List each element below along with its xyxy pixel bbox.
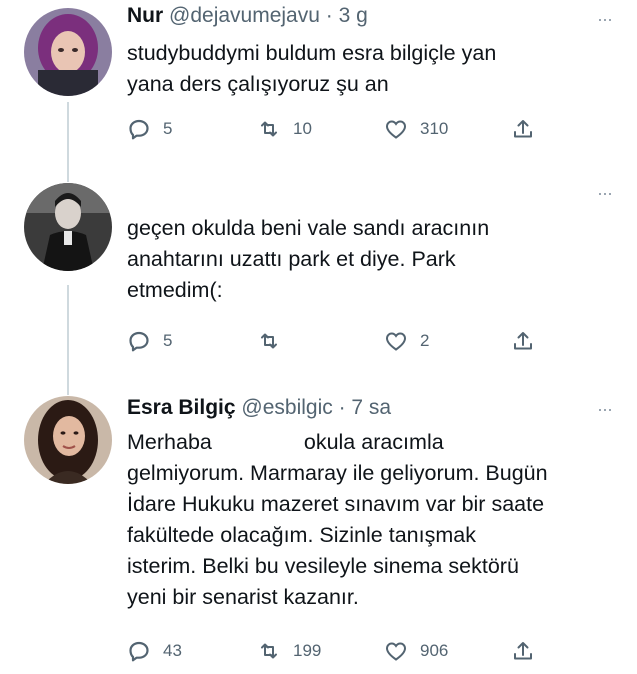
reply-icon (127, 639, 151, 663)
like-count: 906 (420, 641, 449, 660)
handle-and-time[interactable]: @esbilgic · 7 sa (241, 396, 391, 419)
like-button[interactable]: 310 (384, 114, 448, 144)
retweet-icon (257, 117, 281, 141)
share-button[interactable] (511, 636, 535, 666)
action-bar: 43 199 906 (127, 636, 547, 666)
like-icon (384, 117, 408, 141)
tweet-text: Merhaba okula aracımla gelmiyorum. Marmar… (127, 427, 632, 613)
like-button[interactable]: 906 (384, 636, 448, 666)
tweet[interactable]: ··· geçen okulda beni vale sandı aracını… (0, 175, 637, 375)
reply-icon (127, 329, 151, 353)
tweet[interactable]: Esra Bilgiç @esbilgic · 7 sa ··· Merhaba… (0, 390, 637, 674)
avatar[interactable] (24, 183, 112, 271)
action-bar: 5 2 (127, 326, 547, 356)
avatar[interactable] (24, 8, 112, 96)
reply-count: 43 (163, 641, 182, 660)
retweet-button[interactable] (257, 326, 293, 356)
reply-icon (127, 117, 151, 141)
like-count: 310 (420, 119, 449, 138)
reply-button[interactable]: 43 (127, 636, 182, 666)
tweet-text-line: etmedim(: (127, 278, 223, 302)
tweet-header: Esra Bilgiç @esbilgic · 7 sa (127, 396, 391, 420)
more-options-icon[interactable]: ··· (597, 400, 613, 418)
tweet-header: Nur @dejavumejavu · 3 g (127, 4, 368, 28)
action-bar: 5 10 310 (127, 114, 547, 144)
retweet-button[interactable]: 10 (257, 114, 312, 144)
reply-button[interactable]: 5 (127, 114, 172, 144)
share-icon (511, 329, 535, 353)
more-options-icon[interactable]: ··· (597, 10, 613, 28)
share-icon (511, 117, 535, 141)
retweet-icon (257, 639, 281, 663)
tweet-text: geçen okulda beni vale sandı aracının an… (127, 213, 632, 306)
reply-button[interactable]: 5 (127, 326, 172, 356)
share-icon (511, 639, 535, 663)
share-button[interactable] (511, 326, 535, 356)
more-options-icon[interactable]: ··· (597, 184, 613, 202)
tweet-text-line: Merhaba okula aracımla (127, 430, 444, 454)
tweet-text-line: geçen okulda beni vale sandı aracının (127, 216, 490, 240)
tweet[interactable]: Nur @dejavumejavu · 3 g ··· studybuddymi… (0, 0, 637, 175)
display-name[interactable]: Nur (127, 4, 163, 27)
tweet-text-line: anahtarını uzattı park et diye. Park (127, 247, 456, 271)
reply-count: 5 (163, 331, 173, 350)
like-count: 2 (420, 331, 430, 350)
tweet-text-line: yana ders çalışıyoruz şu an (127, 72, 389, 96)
tweet-text-line: İdare Hukuku mazeret sınavım var bir saa… (127, 492, 545, 516)
tweet-text-line: studybuddymi buldum esra bilgiçle yan (127, 41, 497, 65)
like-button[interactable]: 2 (384, 326, 429, 356)
like-icon (384, 639, 408, 663)
share-button[interactable] (511, 114, 535, 144)
tweet-text-line: fakültede olacağım. Sizinle tanışmak (127, 523, 476, 547)
reply-count: 5 (163, 119, 173, 138)
retweet-count: 10 (293, 119, 312, 138)
retweet-count: 199 (293, 641, 322, 660)
tweet-text-line: gelmiyorum. Marmaray ile geliyorum. Bugü… (127, 461, 548, 485)
handle-and-time[interactable]: @dejavumejavu · 3 g (169, 4, 368, 27)
tweet-text-line: yeni bir senarist kazanır. (127, 585, 359, 609)
avatar[interactable] (24, 396, 112, 484)
retweet-icon (257, 329, 281, 353)
tweet-text-line: isterim. Belki bu vesileyle sinema sektö… (127, 554, 519, 578)
retweet-button[interactable]: 199 (257, 636, 321, 666)
like-icon (384, 329, 408, 353)
display-name[interactable]: Esra Bilgiç (127, 396, 236, 419)
tweet-text: studybuddymi buldum esra bilgiçle yan ya… (127, 38, 632, 100)
